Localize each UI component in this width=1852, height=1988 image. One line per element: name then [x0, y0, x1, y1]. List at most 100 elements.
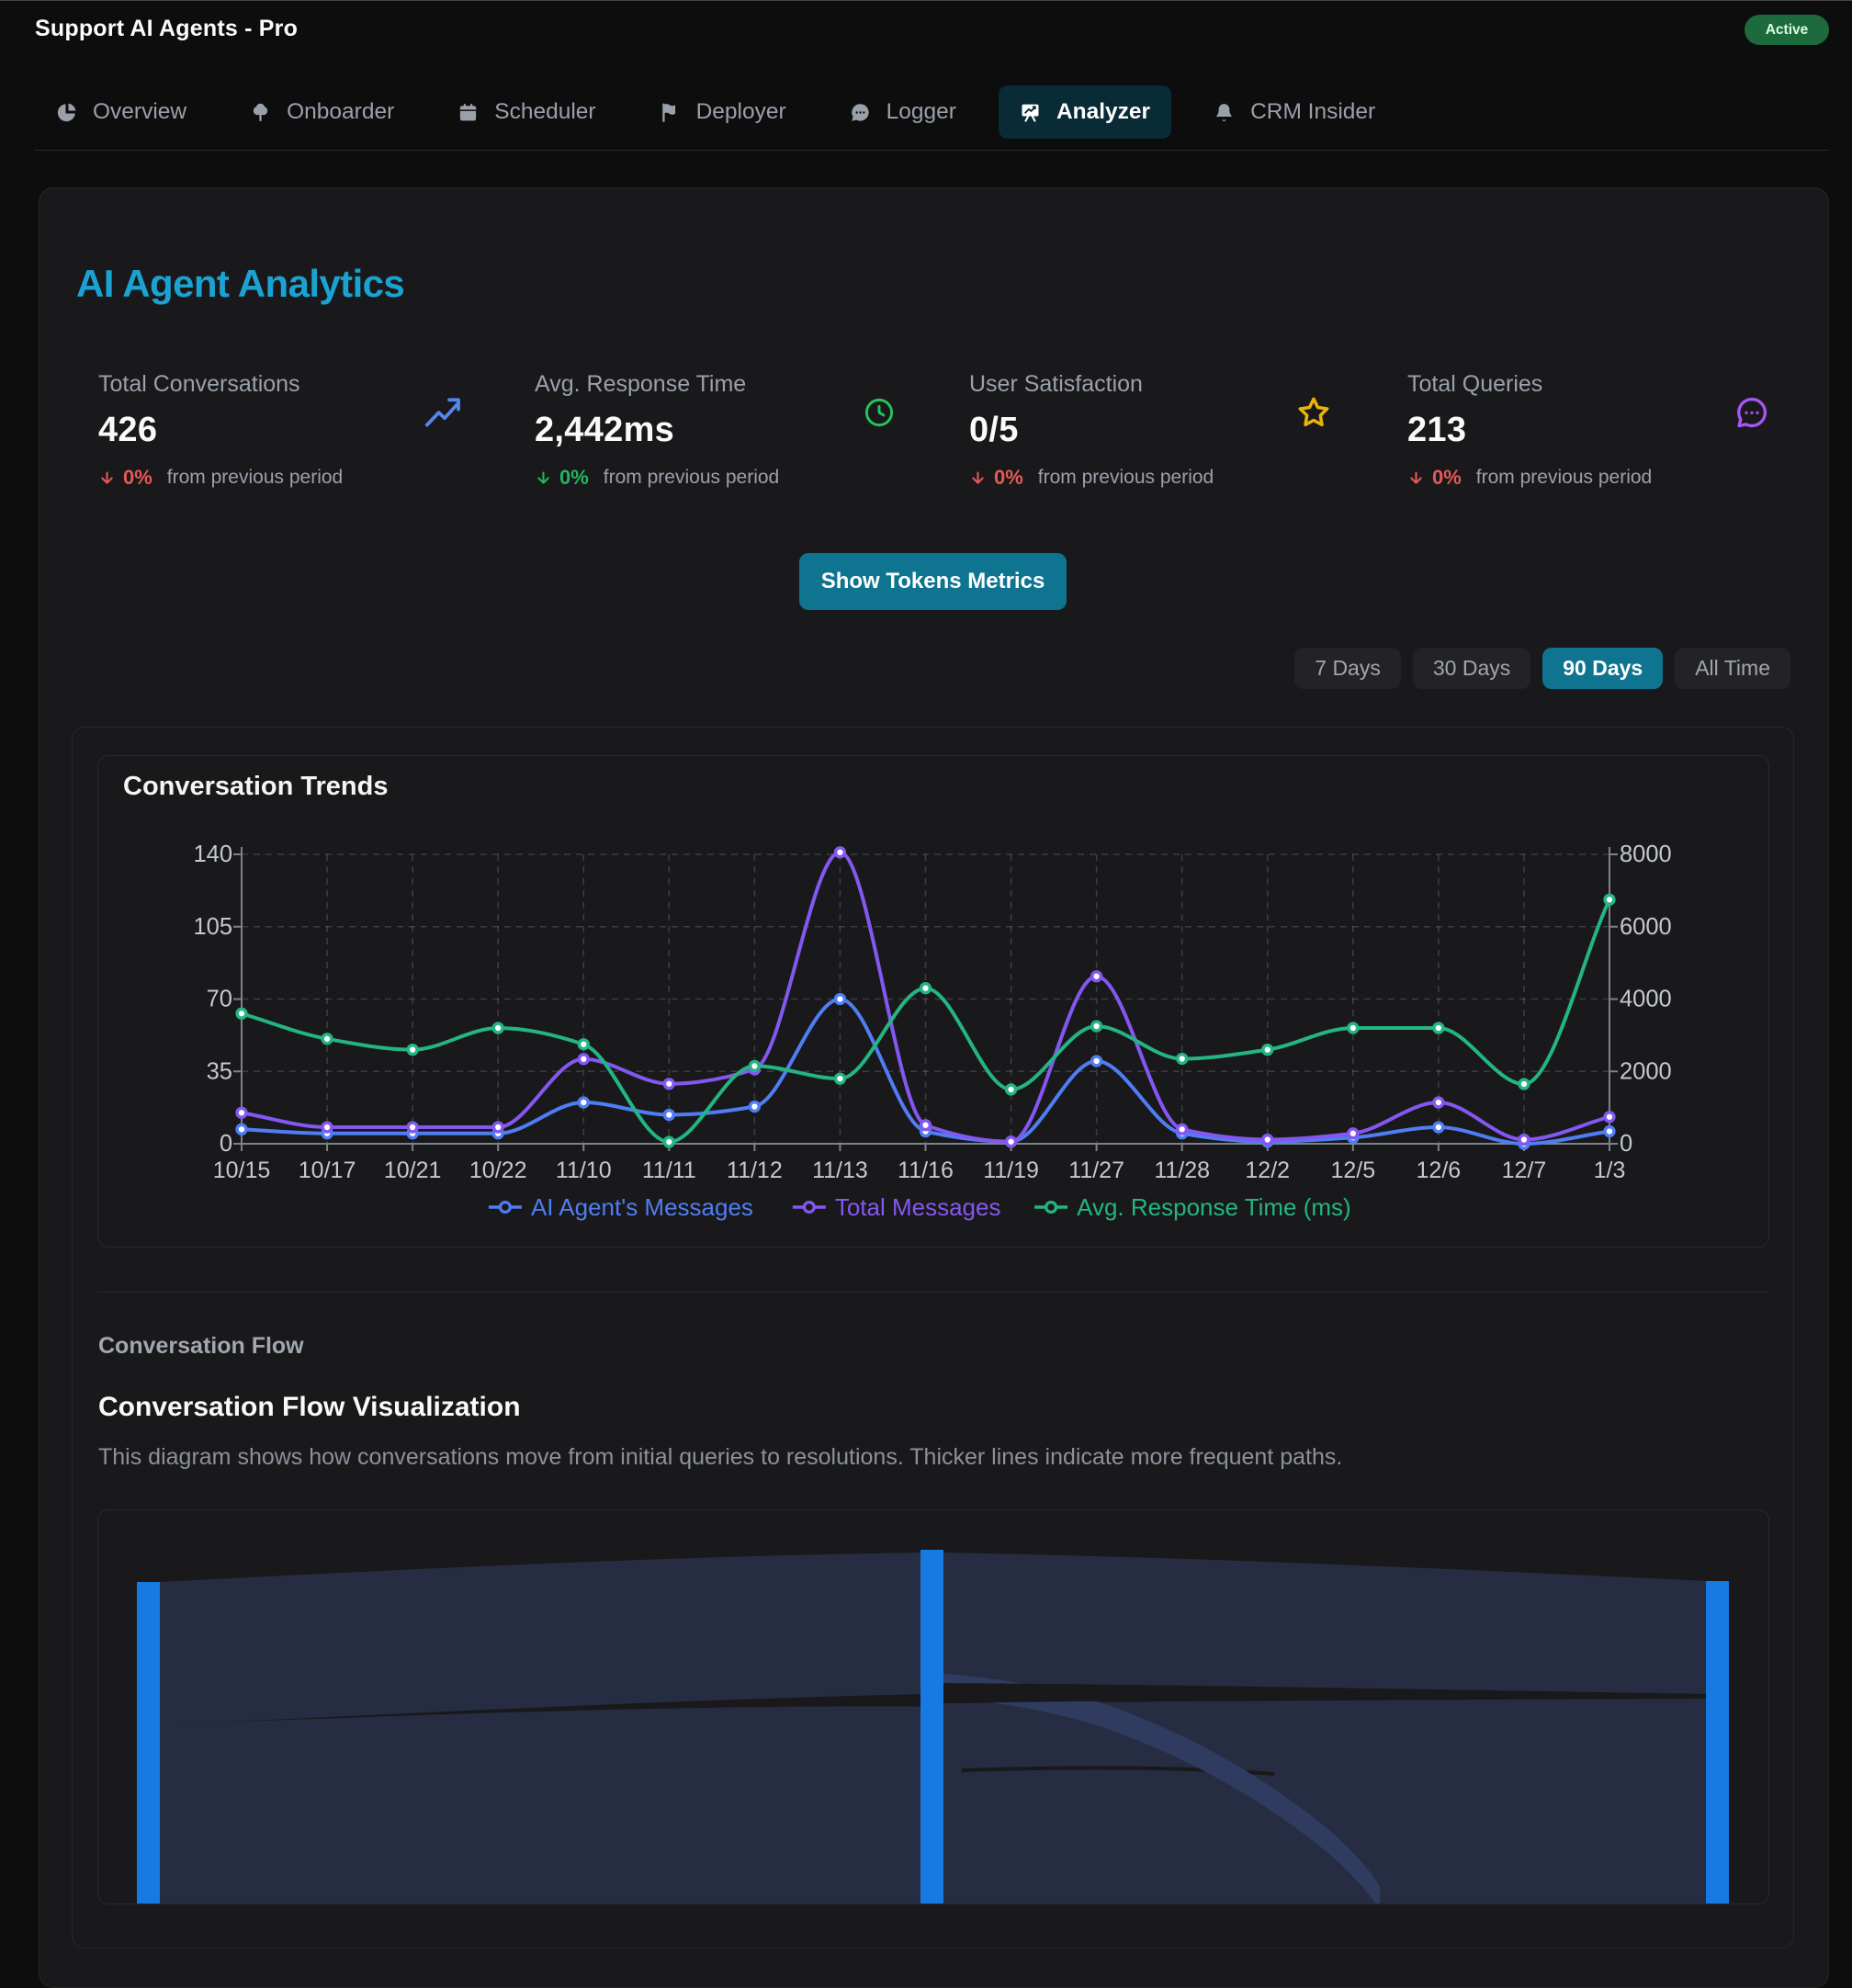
stat-delta: 0% from previous period: [98, 466, 521, 490]
conversation-flow-card: [97, 1509, 1769, 1904]
tab-analyzer[interactable]: Analyzer: [999, 85, 1171, 139]
sankey-node-initial-queries: [137, 1582, 160, 1903]
legend-label: Total Messages: [835, 1193, 1001, 1221]
sankey-node-mid-stage: [920, 1550, 943, 1903]
arrow-down-icon: [98, 469, 116, 487]
tab-scheduler[interactable]: Scheduler: [436, 85, 616, 139]
right-axis-tick: 4000: [1620, 987, 1672, 1012]
page-title: AI Agent Analytics: [76, 262, 404, 306]
x-axis-tick: 11/12: [727, 1158, 783, 1183]
range-all-time-button[interactable]: All Time: [1675, 648, 1790, 689]
star-icon: [1295, 394, 1332, 431]
tab-label: Analyzer: [1056, 99, 1150, 125]
stat-delta: 0% from previous period: [1407, 466, 1830, 490]
stat-label: Avg. Response Time: [535, 371, 957, 398]
right-axis-tick: 2000: [1620, 1058, 1672, 1084]
tab-label: Onboarder: [287, 99, 394, 125]
left-axis-tick: 105: [193, 914, 232, 940]
clock-icon: [864, 398, 894, 427]
stat-delta: 0%from previous period: [969, 466, 1392, 490]
flag-icon: [660, 102, 681, 123]
flow-section-label: Conversation Flow: [98, 1333, 304, 1360]
x-axis-tick: 12/6: [1417, 1158, 1462, 1183]
arrow-down-icon: [969, 469, 987, 487]
tab-overview[interactable]: Overview: [35, 85, 208, 139]
x-axis-tick: 11/28: [1154, 1158, 1210, 1183]
tab-onboarder[interactable]: Onboarder: [229, 85, 415, 139]
flow-section-description: This diagram shows how conversations mov…: [98, 1444, 1342, 1471]
tab-logger[interactable]: Logger: [829, 85, 977, 139]
status-badge: Active: [1745, 15, 1829, 45]
tab-label: Logger: [886, 99, 956, 125]
tree-icon: [250, 102, 271, 123]
stat-avg-response-time: Avg. Response Time 2,442ms 0% from previous…: [535, 371, 957, 490]
stat-delta-suffix: from previous period: [1476, 467, 1652, 489]
stat-delta-pct: 0%: [994, 466, 1023, 490]
pie-chart-icon: [56, 102, 77, 123]
calendar-icon: [457, 102, 479, 123]
tab-crm-insider[interactable]: CRM Insider: [1192, 85, 1396, 139]
x-axis-tick: 12/2: [1245, 1158, 1290, 1183]
conversation-flow-sankey: [98, 1510, 1768, 1903]
tab-label: Overview: [93, 99, 186, 125]
tab-label: CRM Insider: [1250, 99, 1375, 125]
range-30-days-button[interactable]: 30 Days: [1413, 648, 1530, 689]
analytics-card: Conversation Trends 03570105140020004000…: [72, 727, 1794, 1948]
arrow-down-icon: [535, 469, 552, 487]
left-axis-tick: 35: [207, 1058, 232, 1084]
right-axis-tick: 8000: [1620, 842, 1672, 867]
x-axis-tick: 12/5: [1330, 1158, 1375, 1183]
x-axis-tick: 11/11: [642, 1158, 696, 1183]
stat-user-satisfaction: User Satisfaction0/50%from previous peri…: [969, 371, 1392, 490]
stat-value: 2,442ms: [535, 410, 957, 450]
x-axis-tick: 11/13: [812, 1158, 868, 1183]
right-axis-tick: 0: [1620, 1131, 1632, 1157]
chart-grid: [242, 854, 1609, 1144]
x-axis-tick: 11/19: [983, 1158, 1039, 1183]
presentation-chart-icon: [1020, 102, 1041, 123]
show-tokens-metrics-button[interactable]: Show Tokens Metrics: [799, 553, 1067, 610]
stat-delta-pct: 0%: [559, 466, 589, 490]
stat-delta: 0% from previous period: [535, 466, 957, 490]
analytics-panel: AI Agent Analytics Total Conversations42…: [39, 187, 1829, 1988]
left-axis-tick: 70: [207, 987, 232, 1012]
stat-delta-suffix: from previous period: [167, 467, 343, 489]
stat-label: Total Queries: [1407, 371, 1830, 398]
tab-label: Deployer: [696, 99, 786, 125]
stat-delta-pct: 0%: [123, 466, 152, 490]
x-axis-tick: 10/22: [469, 1158, 527, 1183]
legend-label: Avg. Response Time (ms): [1077, 1193, 1351, 1221]
right-axis-tick: 6000: [1620, 914, 1672, 940]
tab-label: Scheduler: [494, 99, 595, 125]
conversation-trends-card: Conversation Trends 03570105140020004000…: [97, 755, 1769, 1248]
stat-total-conversations: Total Conversations4260%from previous pe…: [98, 371, 521, 490]
sankey-node-resolutions: [1706, 1581, 1729, 1903]
x-axis-tick: 12/7: [1502, 1158, 1547, 1183]
stat-delta-suffix: from previous period: [604, 467, 779, 489]
arrow-down-icon: [1407, 469, 1425, 487]
range-90-days-button[interactable]: 90 Days: [1542, 648, 1663, 689]
window-top-edge: [0, 0, 1852, 1]
x-axis-tick: 10/17: [299, 1158, 356, 1183]
flow-section-title: Conversation Flow Visualization: [98, 1392, 521, 1423]
tab-bar: Overview Onboarder Scheduler Deployer Logger…: [35, 85, 1396, 139]
stat-delta-pct: 0%: [1432, 466, 1462, 490]
chart-title: Conversation Trends: [123, 772, 388, 802]
section-separator: [97, 1292, 1769, 1293]
message-circle-icon: [1734, 395, 1769, 430]
chart-legend: AI Agent's MessagesTotal MessagesAvg. Re…: [489, 1193, 1351, 1221]
stat-total-queries: Total Queries2130%from previous period: [1407, 371, 1830, 490]
x-axis-tick: 11/16: [898, 1158, 954, 1183]
x-axis-tick: 11/27: [1068, 1158, 1124, 1183]
x-axis-tick: 10/21: [384, 1158, 442, 1183]
tabs-separator: [35, 150, 1828, 151]
x-axis-tick: 10/15: [213, 1158, 271, 1183]
left-axis-tick: 0: [220, 1131, 232, 1157]
x-axis-tick: 1/3: [1594, 1158, 1626, 1183]
conversation-trends-chart: 035701051400200040006000800010/1510/1710…: [98, 811, 1768, 1243]
message-dots-icon: [850, 102, 871, 123]
range-7-days-button[interactable]: 7 Days: [1294, 648, 1401, 689]
bell-icon: [1214, 102, 1235, 123]
tab-deployer[interactable]: Deployer: [638, 85, 807, 139]
x-axis-tick: 11/10: [556, 1158, 612, 1183]
